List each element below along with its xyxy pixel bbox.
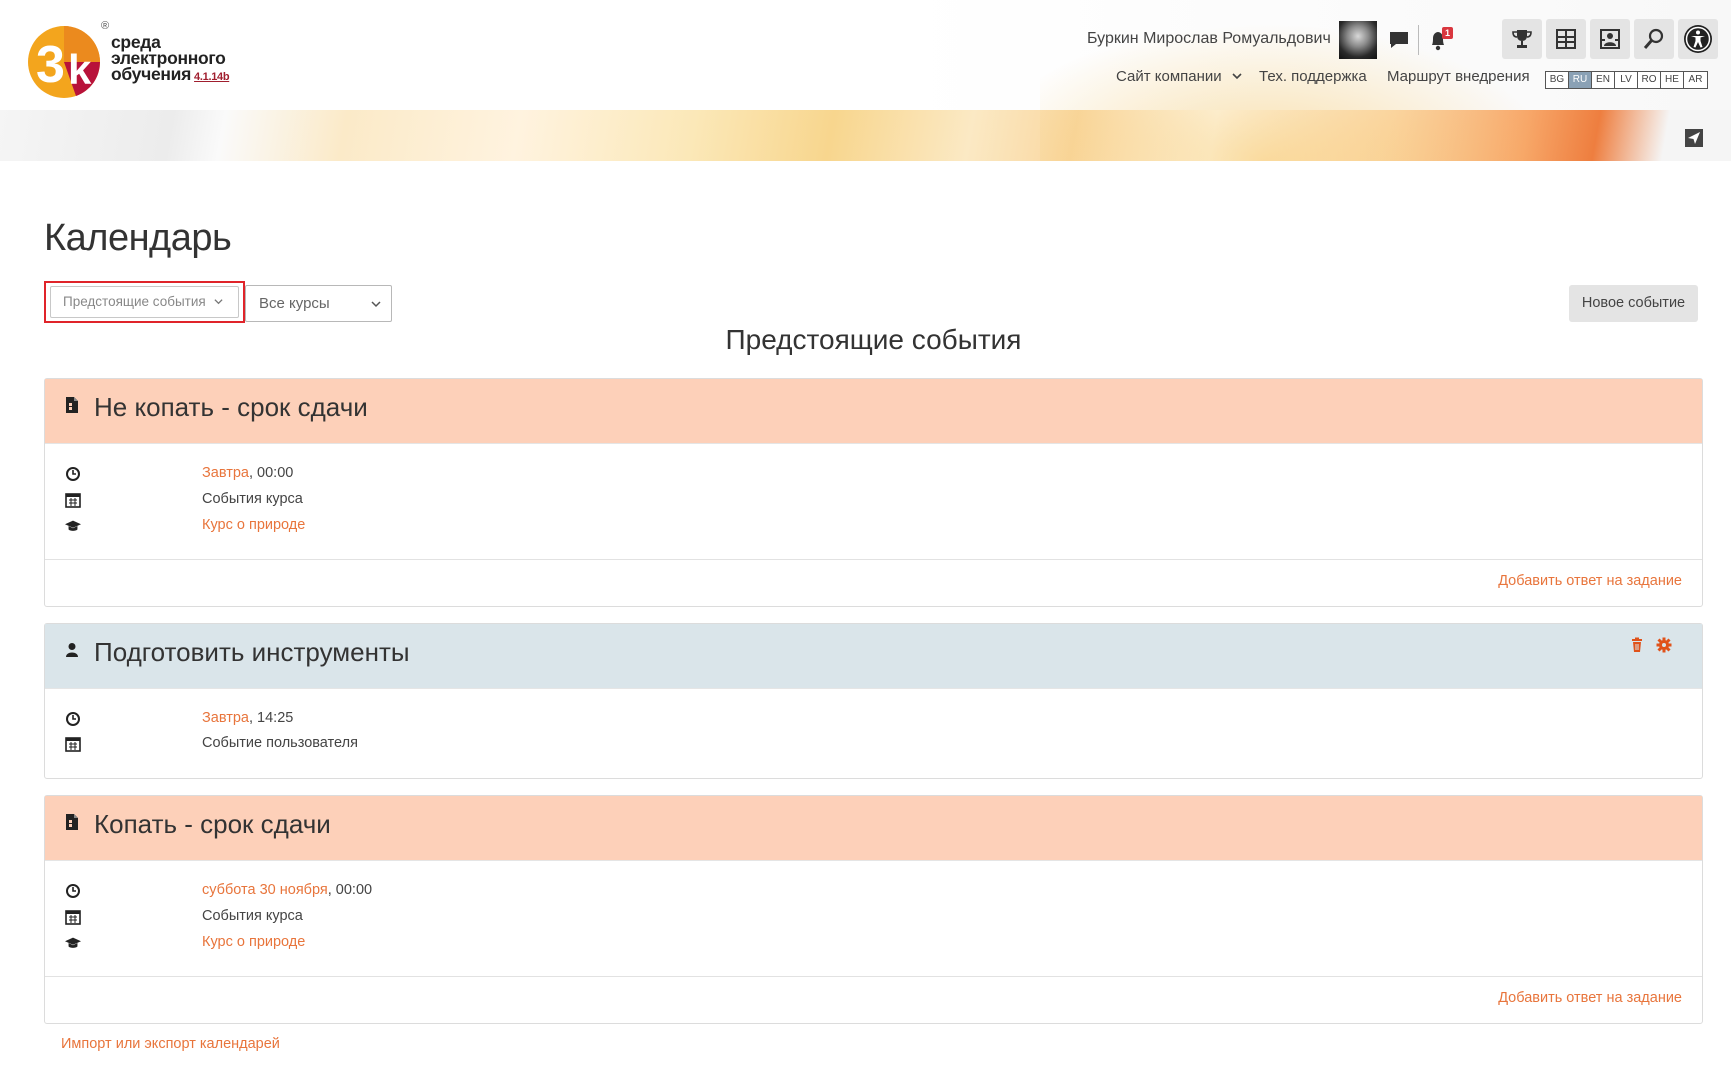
logo-3k-icon: 3 k	[28, 26, 101, 98]
event-date-link[interactable]: Завтра	[202, 710, 249, 726]
clock-icon	[66, 884, 80, 898]
event-type: События курса	[202, 491, 303, 507]
user-name[interactable]: Буркин Мирослав Ромуальдович	[1087, 30, 1331, 48]
paper-plane-icon[interactable]	[1685, 129, 1703, 147]
chevron-down-icon	[1232, 73, 1242, 80]
language-he[interactable]: HE	[1661, 72, 1684, 88]
nav-company-site[interactable]: Сайт компании	[1116, 68, 1242, 85]
chevron-down-icon	[371, 301, 381, 308]
event-time: , 00:00	[248, 465, 294, 481]
gear-icon[interactable]	[1656, 637, 1672, 653]
event-course-link[interactable]: Курс о природе	[202, 934, 305, 950]
grid-layout-icon	[1556, 29, 1576, 49]
language-lv[interactable]: LV	[1615, 72, 1638, 88]
profile-card-button[interactable]	[1590, 19, 1630, 59]
search-button[interactable]	[1634, 19, 1674, 59]
svg-text:k: k	[68, 46, 92, 93]
event-type-row: События курса	[45, 488, 1702, 514]
event-header: Копать - срок сдачи	[45, 796, 1702, 861]
graduation-cap-icon	[65, 937, 81, 948]
add-submission-link[interactable]: Добавить ответ на задание	[1498, 573, 1682, 589]
clock-icon	[66, 712, 80, 726]
event-date-row: Завтра, 14:25	[45, 707, 1702, 733]
nav-support[interactable]: Тех. поддержка	[1259, 68, 1367, 85]
new-event-button[interactable]: Новое событие	[1569, 285, 1698, 322]
event-title[interactable]: Копать - срок сдачи	[94, 809, 331, 840]
section-title: Предстоящие события	[725, 324, 1022, 355]
event-time: , 00:00	[327, 882, 373, 898]
event-type: Событие пользователя	[202, 735, 358, 751]
nav-roadmap[interactable]: Маршрут внедрения	[1387, 68, 1530, 85]
event-date-link[interactable]: суббота 30 ноября	[202, 882, 328, 898]
avatar[interactable]	[1339, 21, 1377, 59]
assignment-icon	[66, 397, 78, 413]
notifications-badge: 1	[1442, 27, 1453, 39]
event-card: Не копать - срок сдачи Завтра, 00:00 Соб…	[44, 378, 1703, 607]
language-ro[interactable]: RO	[1638, 72, 1661, 88]
logo-text: среда электронного обучения 4.1.14b	[111, 33, 230, 85]
event-course-row: Курс о природе	[45, 514, 1702, 540]
event-title[interactable]: Подготовить инструменты	[94, 637, 410, 668]
dashboard-button[interactable]	[1546, 19, 1586, 59]
view-select-highlight: Предстоящие события	[44, 281, 245, 323]
event-header: Не копать - срок сдачи	[45, 379, 1702, 444]
event-date-row: Завтра, 00:00	[45, 462, 1702, 488]
site-logo[interactable]: 3 k ® среда электронного обучения 4.1.14b	[28, 18, 258, 102]
logo-line-3: обучения 4.1.14b	[111, 64, 230, 84]
search-icon	[1643, 28, 1664, 49]
chevron-down-icon	[214, 299, 224, 305]
calendar-icon	[65, 910, 81, 925]
header-divider	[1418, 25, 1419, 55]
add-submission-link[interactable]: Добавить ответ на задание	[1498, 990, 1682, 1006]
event-date-row: суббота 30 ноября, 00:00	[45, 879, 1702, 905]
calendar-icon	[65, 737, 81, 752]
event-type-row: События курса	[45, 905, 1702, 931]
svg-text:3: 3	[36, 36, 65, 94]
language-ar[interactable]: AR	[1684, 72, 1707, 88]
language-bg[interactable]: BG	[1546, 72, 1569, 88]
achievements-button[interactable]	[1502, 19, 1542, 59]
page-header: 3 k ® среда электронного обучения 4.1.14b…	[0, 0, 1731, 161]
language-en[interactable]: EN	[1592, 72, 1615, 88]
accessibility-button[interactable]	[1678, 19, 1718, 59]
event-footer: Добавить ответ на задание	[45, 976, 1702, 1024]
graduation-cap-icon	[65, 520, 81, 531]
view-select[interactable]: Предстоящие события	[50, 286, 239, 318]
event-type: События курса	[202, 908, 303, 924]
event-title[interactable]: Не копать - срок сдачи	[94, 392, 368, 423]
event-header: Подготовить инструменты	[45, 624, 1702, 689]
event-footer: Добавить ответ на задание	[45, 559, 1702, 607]
clock-icon	[66, 467, 80, 481]
event-type-row: Событие пользователя	[45, 732, 1702, 758]
delete-trash-icon[interactable]	[1629, 637, 1645, 653]
accessibility-icon	[1684, 25, 1712, 53]
calendar-icon	[65, 493, 81, 508]
assignment-icon	[66, 814, 78, 830]
import-export-calendars-link[interactable]: Импорт или экспорт календарей	[61, 1036, 280, 1052]
event-date-link[interactable]: Завтра	[202, 465, 249, 481]
language-ru[interactable]: RU	[1569, 72, 1592, 88]
page-title: Календарь	[44, 217, 232, 259]
registered-mark: ®	[101, 20, 110, 32]
language-switcher: BG RU EN LV RO HE AR	[1545, 71, 1708, 89]
user-card-icon	[1600, 29, 1620, 49]
event-card: Копать - срок сдачи суббота 30 ноября, 0…	[44, 795, 1703, 1024]
trophy-icon	[1512, 30, 1532, 48]
event-card: Подготовить инструменты Завтра, 14:25 Со…	[44, 623, 1703, 779]
messages-icon[interactable]	[1388, 29, 1410, 51]
event-time: , 14:25	[248, 710, 294, 726]
version-link[interactable]: 4.1.14b	[194, 71, 230, 83]
event-course-row: Курс о природе	[45, 931, 1702, 957]
user-icon	[66, 643, 78, 657]
course-select[interactable]: Все курсы	[245, 285, 392, 322]
event-course-link[interactable]: Курс о природе	[202, 517, 305, 533]
